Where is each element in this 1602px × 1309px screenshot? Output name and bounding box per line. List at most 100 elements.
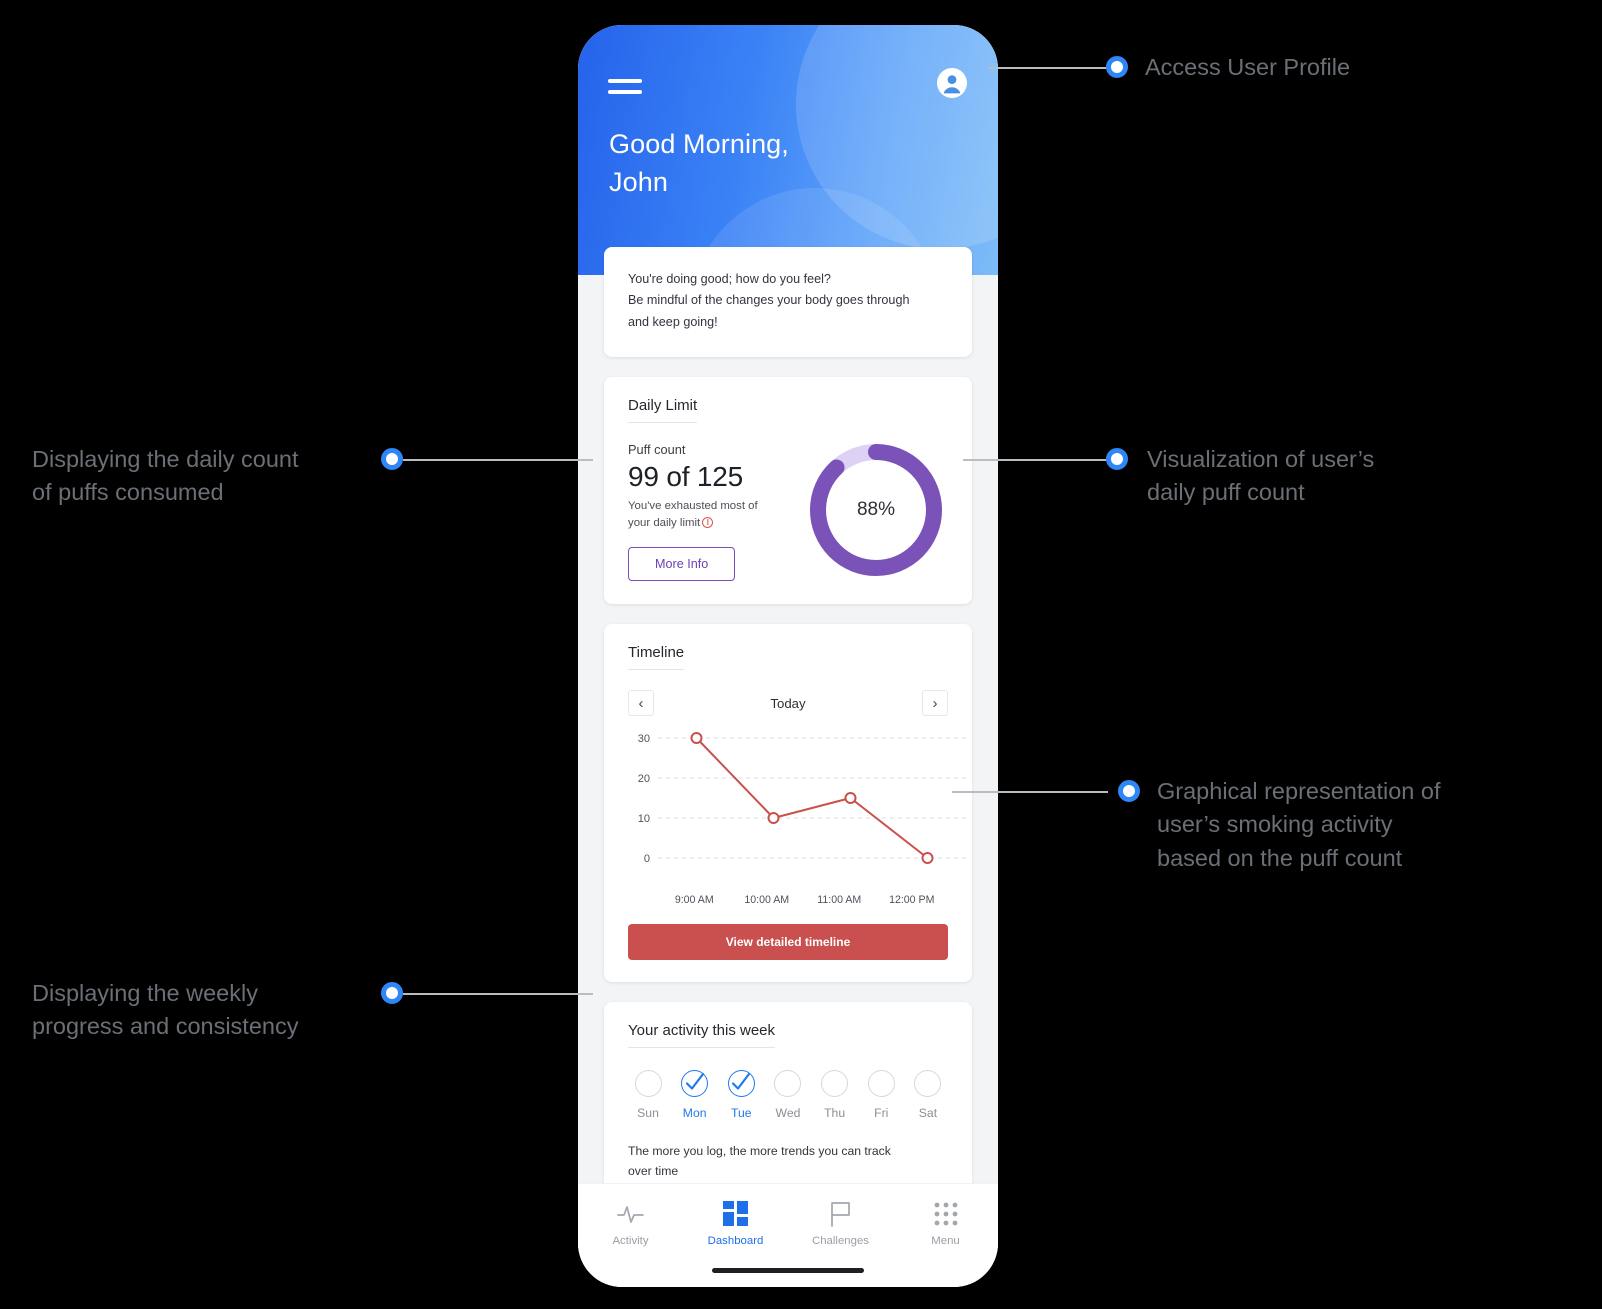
chart-x-tick: 10:00 AM (744, 894, 790, 907)
nav-item-menu[interactable]: Menu (893, 1200, 998, 1247)
app-screen: Good Morning, John You're doing good; ho… (578, 25, 998, 1287)
empty-circle-icon (821, 1070, 849, 1098)
motivation-card: You're doing good; how do you feel? Be m… (604, 247, 972, 358)
nav-item-dashboard[interactable]: Dashboard (683, 1200, 788, 1247)
callout-count-line-2: of puffs consumed (32, 479, 224, 506)
callout-dot-chart (1118, 780, 1140, 802)
weekday-wed[interactable]: Wed (768, 1070, 808, 1120)
callout-line-chart (952, 791, 1108, 793)
view-detailed-timeline-button[interactable]: View detailed timeline (628, 924, 948, 961)
weekly-activity-title: Your activity this week (628, 1022, 776, 1049)
app-header: Good Morning, John (578, 25, 998, 275)
weekly-note-line-2: over time (628, 1163, 679, 1178)
puff-donut-chart: 88% (804, 438, 948, 582)
timeline-period-nav: ‹ Today › (628, 690, 948, 717)
nav-label-challenges: Challenges (812, 1235, 869, 1247)
daily-limit-title: Daily Limit (628, 397, 698, 424)
more-info-button[interactable]: More Info (628, 547, 736, 582)
chart-point[interactable] (767, 812, 780, 825)
callout-chart-line-1: Graphical representation of (1157, 778, 1441, 804)
nav-label-menu: Menu (931, 1235, 960, 1247)
daily-limit-note-line-2: your daily limit (628, 516, 701, 529)
weekly-activity-note: The more you log, the more trends you ca… (628, 1142, 948, 1182)
daily-limit-card: Daily Limit Puff count 99 of 125 You've … (604, 377, 972, 605)
puff-count-label: Puff count (628, 442, 686, 458)
callout-dot-donut (1106, 448, 1128, 470)
donut-percent-label: 88% (856, 499, 896, 521)
weekday-label: Mon (682, 1106, 707, 1121)
nav-item-challenges[interactable]: Challenges (788, 1200, 893, 1247)
daily-limit-note: You've exhausted most of your daily limi… (628, 498, 800, 531)
pulse-icon (578, 1200, 683, 1228)
callout-access-user-profile: Access User Profile (1145, 51, 1575, 84)
svg-text:20: 20 (638, 773, 650, 785)
empty-circle-icon (867, 1070, 895, 1098)
chevron-right-icon[interactable]: › (921, 690, 948, 717)
motivation-line-1: You're doing good; how do you feel? (628, 272, 831, 286)
callout-dot-week (381, 982, 403, 1004)
hamburger-icon[interactable] (608, 79, 650, 109)
weekday-tue[interactable]: Tue (721, 1070, 761, 1120)
weekday-label: Sun (637, 1106, 659, 1121)
callout-displaying-daily-count: Displaying the daily count of puffs cons… (32, 443, 377, 510)
svg-text:10: 10 (638, 813, 650, 825)
weekday-fri[interactable]: Fri (861, 1070, 901, 1120)
weekday-label: Fri (874, 1106, 889, 1121)
weekday-label: Thu (824, 1106, 846, 1121)
greeting-line-2: John (609, 167, 668, 198)
chart-point[interactable] (844, 792, 857, 805)
chart-x-tick: 12:00 PM (889, 894, 935, 907)
callout-donut-line-2: daily puff count (1147, 479, 1305, 506)
puff-count-value: 99 of 125 (628, 461, 743, 493)
timeline-title: Timeline (628, 644, 685, 671)
callout-line-week (403, 993, 593, 995)
callout-week-line-1: Displaying the weekly (32, 980, 258, 1006)
callout-line-count (403, 459, 593, 461)
weekday-tracker: Sun Mon Tue Wed Thu Fri Sat (628, 1070, 948, 1120)
home-indicator (712, 1268, 864, 1273)
callout-profile-line-1: Access User Profile (1145, 54, 1351, 80)
timeline-period-label: Today (770, 695, 806, 711)
motivation-line-2: Be mindful of the changes your body goes… (628, 293, 910, 308)
callout-donut-line-1: Visualization of user’s (1147, 446, 1375, 472)
svg-text:30: 30 (638, 733, 650, 745)
callout-dot-count (381, 448, 403, 470)
motivation-line-3: and keep going! (628, 314, 718, 329)
callout-visualization-daily-puff: Visualization of user’s daily puff count (1147, 443, 1577, 510)
user-avatar-icon[interactable] (936, 67, 968, 99)
chart-point[interactable] (690, 732, 703, 745)
callout-chart-line-3: based on the puff count (1157, 844, 1403, 871)
weekday-label: Tue (731, 1106, 752, 1121)
weekly-note-line-1: The more you log, the more trends you ca… (628, 1144, 891, 1159)
greeting-text: Good Morning, John (609, 125, 789, 202)
nav-item-activity[interactable]: Activity (578, 1200, 683, 1247)
chart-x-tick: 9:00 AM (674, 894, 714, 907)
daily-limit-note-line-1: You've exhausted most of (628, 500, 758, 513)
grid-icon (683, 1200, 788, 1228)
weekday-label: Wed (775, 1106, 801, 1121)
weekday-label: Sat (918, 1106, 938, 1121)
chart-x-axis: 9:00 AM 10:00 AM 11:00 AM 12:00 PM (628, 894, 948, 906)
nav-label-dashboard: Dashboard (707, 1235, 764, 1247)
weekly-activity-card: Your activity this week Sun Mon Tue Wed Thu F… (604, 1002, 972, 1206)
check-circle-icon (727, 1070, 755, 1098)
callout-line-donut (963, 459, 1108, 461)
greeting-line-1: Good Morning, (609, 129, 789, 159)
callout-graphical-representation: Graphical representation of user’s smoki… (1157, 775, 1577, 875)
weekday-thu[interactable]: Thu (815, 1070, 855, 1120)
chart-x-tick: 11:00 AM (817, 894, 862, 907)
flag-icon (788, 1200, 893, 1228)
info-circle-icon[interactable] (702, 516, 714, 528)
svg-text:0: 0 (644, 853, 650, 865)
weekday-sun[interactable]: Sun (628, 1070, 668, 1120)
empty-circle-icon (634, 1070, 662, 1098)
check-circle-icon (681, 1070, 709, 1098)
empty-circle-icon (914, 1070, 942, 1098)
weekday-sat[interactable]: Sat (908, 1070, 948, 1120)
weekday-mon[interactable]: Mon (675, 1070, 715, 1120)
dots-grid-icon (893, 1200, 998, 1228)
timeline-card: Timeline ‹ Today › 0 10 20 30 9:00 AM 10:00 … (604, 624, 972, 983)
callout-chart-line-2: user’s smoking activity (1157, 811, 1393, 838)
chevron-left-icon[interactable]: ‹ (628, 690, 654, 717)
chart-point[interactable] (921, 852, 934, 865)
